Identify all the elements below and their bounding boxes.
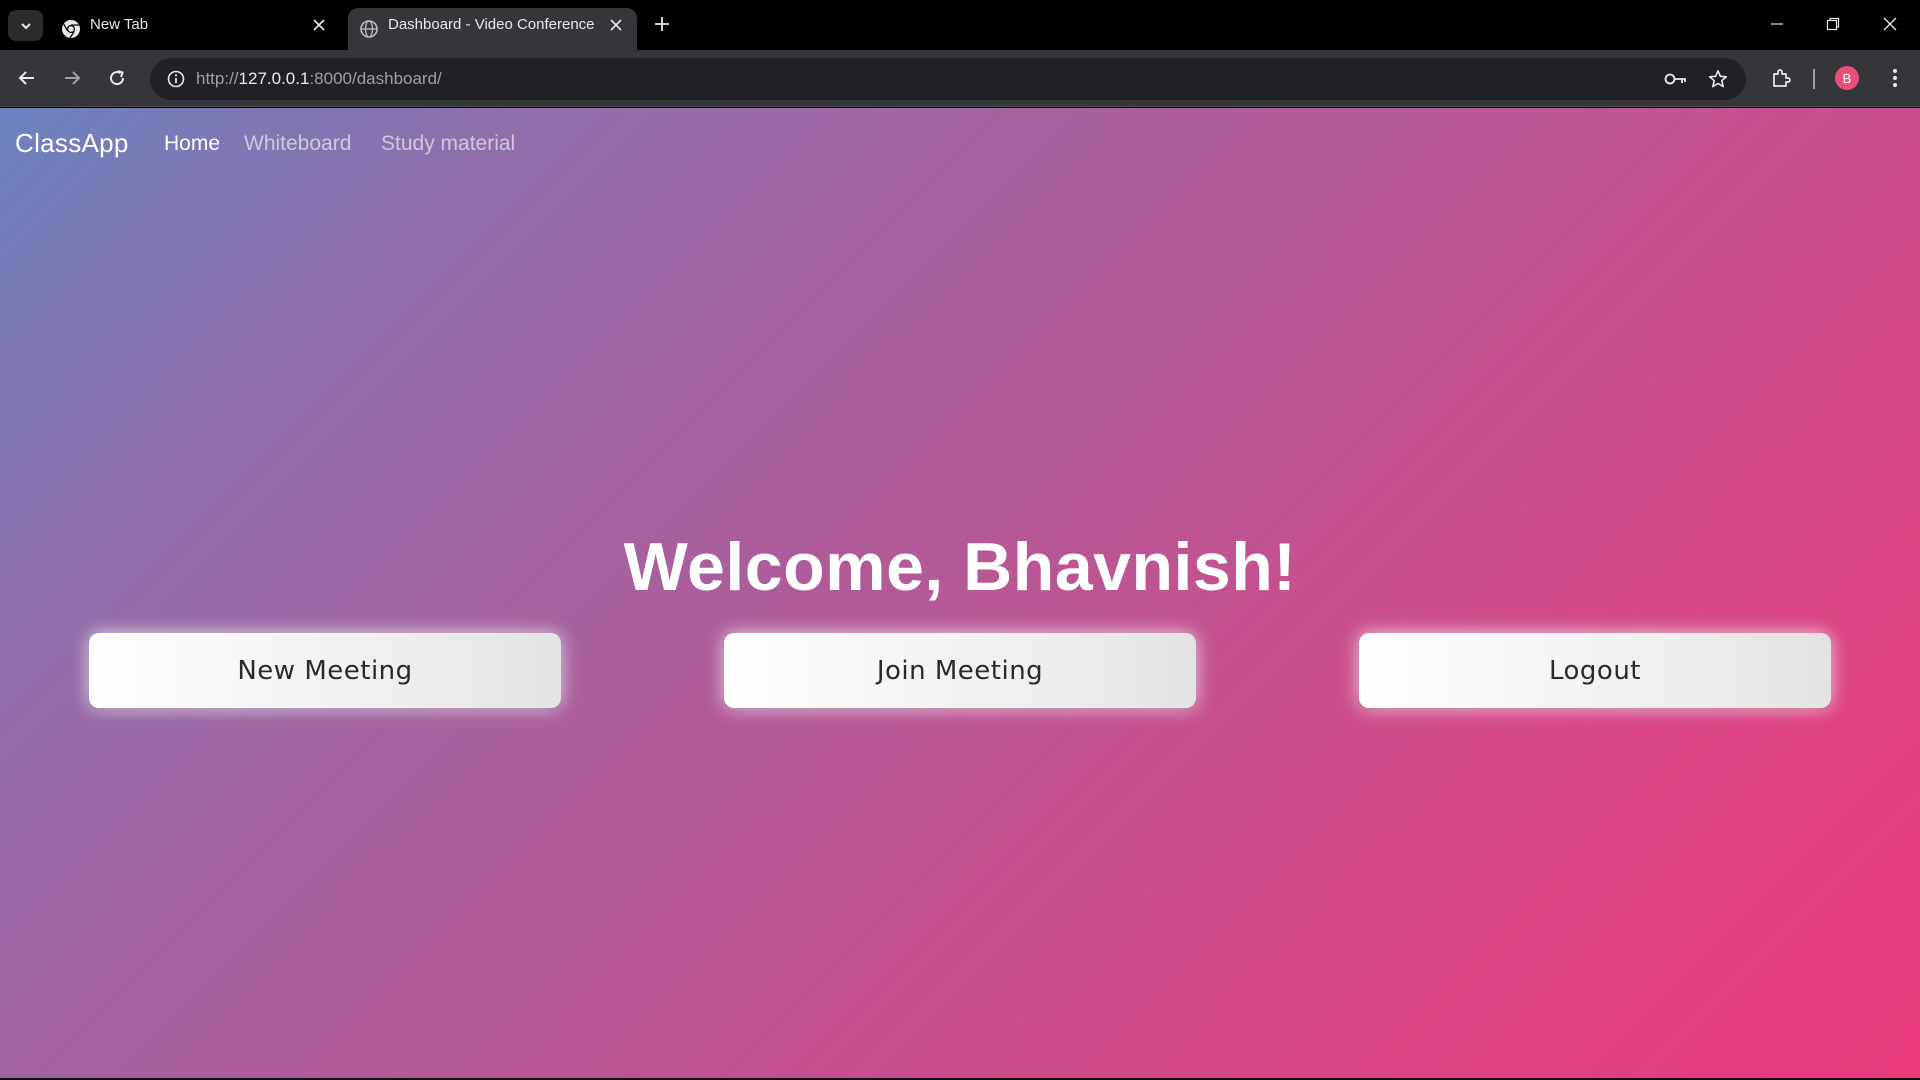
close-icon [1883,17,1897,31]
minimize-button[interactable] [1754,6,1800,42]
site-info-button[interactable] [160,63,192,95]
new-meeting-button[interactable]: New Meeting [89,633,561,708]
minimize-icon [1771,23,1783,25]
browser-toolbar: http://127.0.0.1:8000/dashboard/ [0,50,1920,107]
globe-icon [360,20,378,38]
site-navbar: ClassApp Home Whiteboard Study material [0,108,1920,180]
chrome-icon [62,20,80,39]
chevron-down-icon [20,22,31,29]
logout-button[interactable]: Logout [1359,633,1831,708]
close-window-button[interactable] [1867,6,1913,42]
key-icon [1664,73,1686,85]
tab-dashboard[interactable]: Dashboard - Video Conference [348,8,637,50]
password-key-button[interactable] [1660,63,1692,95]
url-path: :8000/dashboard/ [309,69,442,88]
nav-link-whiteboard[interactable]: Whiteboard [244,132,351,156]
restore-button[interactable] [1810,6,1856,42]
tab-title: Dashboard - Video Conference [388,16,595,33]
new-tab-button[interactable] [648,10,676,38]
close-tab-icon[interactable] [310,16,328,34]
join-meeting-button[interactable]: Join Meeting [724,633,1196,708]
toolbar-divider [1813,69,1815,89]
url-scheme: http:// [196,69,239,88]
reload-icon [110,70,125,86]
plus-icon [655,17,669,31]
browser-menu-button[interactable] [1878,61,1912,95]
url-text: http://127.0.0.1:8000/dashboard/ [196,58,442,100]
info-icon [167,70,185,88]
puzzle-icon [1773,69,1791,87]
tab-new-tab[interactable]: New Tab [50,8,340,50]
back-button[interactable] [10,61,44,95]
address-bar[interactable]: http://127.0.0.1:8000/dashboard/ [150,58,1746,100]
bookmark-button[interactable] [1702,63,1734,95]
nav-link-study-material[interactable]: Study material [381,132,515,156]
more-vertical-icon [1893,69,1897,87]
dashboard-page: ClassApp Home Whiteboard Study material … [0,108,1920,1078]
extensions-button[interactable] [1764,61,1798,95]
brand-logo[interactable]: ClassApp [15,128,129,159]
arrow-right-icon [65,71,81,85]
star-icon [1708,70,1728,88]
forward-button[interactable] [55,61,89,95]
tab-strip: New Tab Dashboard - Video Conference [0,0,1920,50]
reload-button[interactable] [100,61,134,95]
welcome-heading: Welcome, Bhavnish! [623,529,1297,605]
close-tab-icon[interactable] [607,16,625,34]
restore-icon [1826,17,1840,31]
profile-avatar[interactable]: B [1835,66,1859,90]
tab-title: New Tab [90,16,149,33]
arrow-left-icon [18,71,34,85]
tab-search-button[interactable] [8,10,43,41]
nav-link-home[interactable]: Home [164,132,220,156]
url-host: 127.0.0.1 [238,69,310,88]
